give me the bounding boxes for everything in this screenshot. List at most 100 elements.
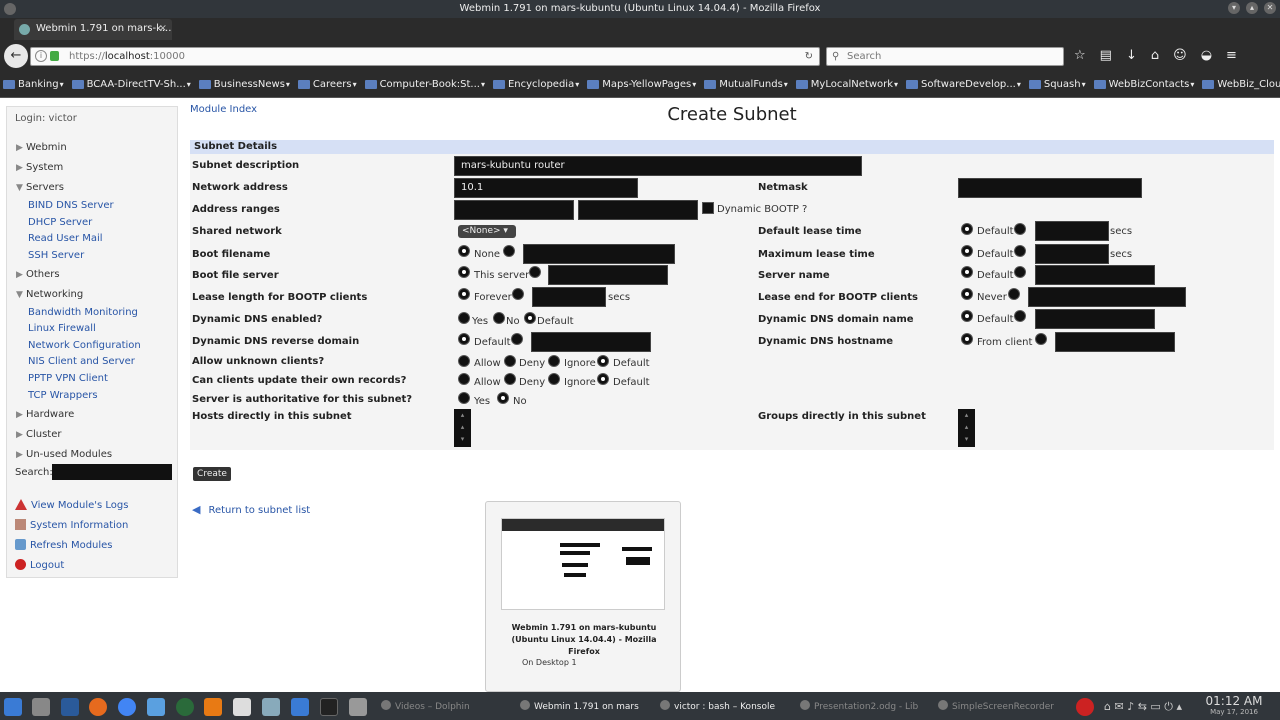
ddns-reverse-custom-radio[interactable] — [511, 333, 523, 345]
system-settings-icon[interactable] — [32, 698, 50, 716]
info-icon[interactable]: i — [35, 50, 47, 62]
download-icon[interactable]: ↓ — [1126, 48, 1137, 63]
bookmark-star-icon[interactable]: ☆ — [1074, 48, 1086, 63]
category-webmin[interactable]: ▶ Webmin — [16, 142, 67, 153]
pocket-icon[interactable]: ◒ — [1201, 48, 1212, 63]
ddns-hostname-input[interactable] — [1055, 332, 1175, 352]
module-link[interactable]: BIND DNS Server — [28, 200, 114, 211]
default-lease-default-radio[interactable] — [961, 223, 973, 235]
bookmark-folder[interactable]: WebBizContacts ▾ — [1093, 79, 1194, 90]
bookmark-folder[interactable]: Careers ▾ — [297, 79, 357, 90]
category-hardware[interactable]: ▶ Hardware — [16, 409, 74, 420]
groups-listbox[interactable]: ▴ ▴ ▾ — [958, 409, 975, 447]
ddns-reverse-default-radio[interactable] — [458, 333, 470, 345]
ddns-domain-custom-radio[interactable] — [1014, 310, 1026, 322]
module-link[interactable]: NIS Client and Server — [28, 356, 135, 367]
shared-network-select[interactable]: <None> ▾ — [458, 225, 516, 238]
back-button[interactable]: ← — [4, 44, 28, 68]
bookmark-folder[interactable]: WebBiz_Cloud▾ — [1202, 79, 1280, 90]
boot-filename-none-radio[interactable] — [458, 245, 470, 257]
bookmark-folder[interactable]: MyLocalNetwork ▾ — [795, 79, 898, 90]
category-servers[interactable]: ▼ Servers — [16, 182, 64, 193]
task-libreoffice[interactable]: Presentation2.odg - Lib — [800, 700, 918, 712]
view-logs-link[interactable]: View Module's Logs — [15, 499, 128, 511]
range-end-input[interactable] — [578, 200, 698, 220]
boot-server-input[interactable] — [548, 265, 668, 285]
unknown-deny-radio[interactable] — [504, 355, 516, 367]
authoritative-yes-radio[interactable] — [458, 392, 470, 404]
browser-tab[interactable]: Webmin 1.791 on mars-k... × — [14, 19, 172, 40]
module-link[interactable]: Bandwidth Monitoring — [28, 307, 138, 318]
bootp-end-input[interactable] — [1028, 287, 1186, 307]
boot-server-custom-radio[interactable] — [529, 266, 541, 278]
bookmark-folder[interactable]: MutualFunds ▾ — [704, 79, 788, 90]
netmask-input[interactable] — [958, 178, 1142, 198]
desktop-icon[interactable] — [61, 698, 79, 716]
kde-launcher-icon[interactable] — [4, 698, 22, 716]
bootp-end-custom-radio[interactable] — [1008, 288, 1020, 300]
bookmark-folder[interactable]: Squash ▾ — [1028, 79, 1086, 90]
ddns-default-radio[interactable] — [524, 312, 536, 324]
boot-server-this-radio[interactable] — [458, 266, 470, 278]
bookmark-folder[interactable]: BusinessNews ▾ — [198, 79, 290, 90]
subnet-description-input[interactable]: mars-kubuntu router — [454, 156, 862, 176]
category-unused[interactable]: ▶ Un-used Modules — [16, 449, 112, 460]
lock-icon[interactable] — [50, 51, 59, 61]
terminal-icon[interactable] — [320, 698, 338, 716]
task-konsole[interactable]: victor : bash – Konsole — [660, 700, 775, 712]
server-name-default-radio[interactable] — [961, 266, 973, 278]
reading-list-icon[interactable]: ▤ — [1100, 48, 1112, 63]
update-allow-radio[interactable] — [458, 373, 470, 385]
file-manager-icon[interactable] — [291, 698, 309, 716]
tools-icon[interactable] — [349, 698, 367, 716]
ddns-hostname-client-radio[interactable] — [961, 333, 973, 345]
category-others[interactable]: ▶ Others — [16, 269, 60, 280]
dropbox-icon[interactable] — [147, 698, 165, 716]
globe-icon[interactable] — [176, 698, 194, 716]
bookmark-folder[interactable]: Encyclopedia ▾ — [492, 79, 579, 90]
sidebar-search-input[interactable] — [52, 464, 172, 480]
tray-icons[interactable]: ⌂ ✉ ♪ ⇆ ▭ ⏻ ▴ — [1104, 700, 1182, 714]
unknown-default-radio[interactable] — [597, 355, 609, 367]
category-cluster[interactable]: ▶ Cluster — [16, 429, 62, 440]
module-link[interactable]: SSH Server — [28, 250, 84, 261]
category-networking[interactable]: ▼ Networking — [16, 289, 83, 300]
ddns-domain-input[interactable] — [1035, 309, 1155, 329]
bootp-end-never-radio[interactable] — [961, 288, 973, 300]
module-index-link[interactable]: Module Index — [190, 104, 257, 115]
module-link[interactable]: DHCP Server — [28, 217, 92, 228]
network-address-input[interactable]: 10.1 — [454, 178, 638, 198]
bookmark-folder[interactable]: BCAA-DirectTV-Sh... ▾ — [71, 79, 191, 90]
ddns-reverse-input[interactable] — [531, 332, 651, 352]
server-name-custom-radio[interactable] — [1014, 266, 1026, 278]
bookmark-folder[interactable]: Maps-YellowPages ▾ — [587, 79, 696, 90]
tab-close-icon[interactable]: × — [159, 19, 167, 39]
boot-filename-input[interactable] — [523, 244, 675, 264]
clock[interactable]: 01:12 AM May 17, 2016 — [1204, 694, 1264, 716]
update-deny-radio[interactable] — [504, 373, 516, 385]
update-default-radio[interactable] — [597, 373, 609, 385]
chrome-icon[interactable] — [118, 698, 136, 716]
ddns-no-radio[interactable] — [493, 312, 505, 324]
create-button[interactable]: Create — [193, 467, 231, 481]
ddns-domain-default-radio[interactable] — [961, 310, 973, 322]
emoji-icon[interactable]: ☺ — [1173, 48, 1187, 63]
record-icon[interactable] — [1076, 698, 1094, 716]
module-link[interactable]: Linux Firewall — [28, 323, 96, 334]
unknown-ignore-radio[interactable] — [548, 355, 560, 367]
max-lease-custom-radio[interactable] — [1014, 245, 1026, 257]
system-info-link[interactable]: System Information — [15, 519, 128, 531]
bootp-lease-input[interactable] — [532, 287, 606, 307]
ddns-yes-radio[interactable] — [458, 312, 470, 324]
calculator-icon[interactable] — [262, 698, 280, 716]
dynamic-bootp-checkbox[interactable] — [702, 202, 714, 214]
task-preview-tooltip[interactable]: Webmin 1.791 on mars-kubuntu (Ubuntu Lin… — [485, 501, 681, 692]
app-menu-icon[interactable] — [4, 3, 16, 15]
range-start-input[interactable] — [454, 200, 574, 220]
firefox-icon[interactable] — [89, 698, 107, 716]
unknown-allow-radio[interactable] — [458, 355, 470, 367]
refresh-modules-link[interactable]: Refresh Modules — [15, 539, 113, 551]
bookmark-folder[interactable]: SoftwareDevelop... ▾ — [906, 79, 1021, 90]
module-link[interactable]: Network Configuration — [28, 340, 141, 351]
server-name-input[interactable] — [1035, 265, 1155, 285]
